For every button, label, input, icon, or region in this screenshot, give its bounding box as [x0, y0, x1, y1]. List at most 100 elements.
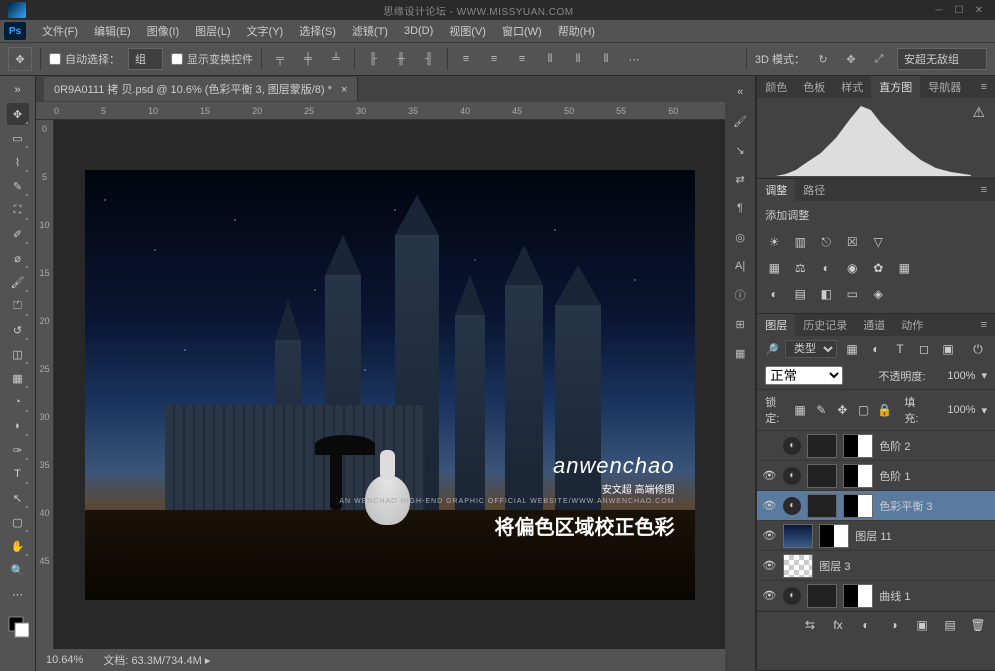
- menu-edit[interactable]: 编辑(E): [88, 21, 137, 41]
- lasso-tool[interactable]: ⌇: [7, 151, 29, 173]
- layer-thumb[interactable]: [807, 494, 837, 518]
- brightness-icon[interactable]: ☀: [765, 233, 783, 251]
- crop-tool[interactable]: ⛶: [7, 199, 29, 221]
- gradient-map-icon[interactable]: ▭: [843, 285, 861, 303]
- dist-bottom-icon[interactable]: ≡: [512, 49, 532, 69]
- vibrance-icon[interactable]: ▽: [869, 233, 887, 251]
- chevron-right-icon[interactable]: ▸: [205, 655, 211, 667]
- menu-type[interactable]: 文字(Y): [241, 21, 290, 41]
- dist-right-icon[interactable]: ⦀: [596, 49, 616, 69]
- menu-layer[interactable]: 图层(L): [189, 21, 236, 41]
- healing-tool[interactable]: ⌀: [7, 247, 29, 269]
- dist-vcenter-icon[interactable]: ≡: [484, 49, 504, 69]
- new-group-icon[interactable]: ▣: [913, 616, 931, 634]
- visibility-icon[interactable]: [761, 438, 777, 454]
- layer-thumb[interactable]: [807, 434, 837, 458]
- tool-preset-icon[interactable]: ✥: [8, 47, 32, 71]
- histogram[interactable]: ⚠: [757, 98, 995, 178]
- blur-tool[interactable]: ◔: [7, 391, 29, 413]
- layer-row[interactable]: 👁◐曲线 1: [757, 581, 995, 611]
- layer-mask[interactable]: [819, 524, 849, 548]
- panel-menu-icon[interactable]: ≡: [973, 316, 995, 334]
- dist-top-icon[interactable]: ≡: [456, 49, 476, 69]
- auto-select-check[interactable]: 自动选择：: [49, 51, 120, 67]
- tab-actions[interactable]: 动作: [893, 314, 931, 336]
- fill-input[interactable]: [932, 404, 976, 416]
- menu-select[interactable]: 选择(S): [293, 21, 342, 41]
- marquee-tool[interactable]: ▭: [7, 127, 29, 149]
- chevron-down-icon[interactable]: ▾: [981, 369, 987, 382]
- align-vcenter-icon[interactable]: ╪: [298, 49, 318, 69]
- 3d-preset-select[interactable]: 安超无敌组: [897, 48, 987, 70]
- dist-left-icon[interactable]: ⦀: [540, 49, 560, 69]
- show-transform-checkbox[interactable]: [171, 53, 183, 65]
- align-top-icon[interactable]: ╤: [270, 49, 290, 69]
- blend-mode-select[interactable]: 正常: [765, 366, 843, 385]
- layer-thumb[interactable]: [783, 554, 813, 578]
- cc-icon[interactable]: ◎: [727, 224, 753, 250]
- bw-icon[interactable]: ◐: [817, 259, 835, 277]
- move-tool[interactable]: ✥: [7, 103, 29, 125]
- menu-view[interactable]: 视图(V): [443, 21, 492, 41]
- warning-icon[interactable]: ⚠: [972, 104, 985, 121]
- exposure-icon[interactable]: ☒: [843, 233, 861, 251]
- auto-select-target[interactable]: 组: [128, 48, 163, 70]
- menu-window[interactable]: 窗口(W): [496, 21, 548, 41]
- menu-image[interactable]: 图像(I): [141, 21, 185, 41]
- pen-tool[interactable]: ✑: [7, 439, 29, 461]
- align-left-icon[interactable]: ╟: [363, 49, 383, 69]
- info-icon[interactable]: ⓘ: [727, 282, 753, 308]
- layer-row[interactable]: 👁图层 11: [757, 521, 995, 551]
- eyedropper-tool[interactable]: ✐: [7, 223, 29, 245]
- maximize-button[interactable]: ☐: [951, 4, 967, 16]
- opacity-input[interactable]: [931, 370, 975, 382]
- swatches-icon[interactable]: ↘: [727, 137, 753, 163]
- expand-icon[interactable]: »: [7, 79, 29, 101]
- align-hcenter-icon[interactable]: ╫: [391, 49, 411, 69]
- gradient-tool[interactable]: ▦: [7, 367, 29, 389]
- layer-name[interactable]: 色阶 2: [879, 438, 991, 454]
- lock-pixels-icon[interactable]: ▦: [792, 401, 807, 419]
- invert-icon[interactable]: ◐: [765, 285, 783, 303]
- 3d-orbit-icon[interactable]: ↻: [813, 49, 833, 69]
- layer-row[interactable]: 👁图层 3: [757, 551, 995, 581]
- layer-name[interactable]: 图层 11: [855, 528, 991, 544]
- layer-mask[interactable]: [843, 464, 873, 488]
- filter-kind-select[interactable]: 类型: [785, 340, 837, 358]
- clone-source-icon[interactable]: ⇄: [727, 166, 753, 192]
- panel-menu-icon[interactable]: ≡: [973, 78, 995, 96]
- close-button[interactable]: ✕: [971, 4, 987, 16]
- layer-name[interactable]: 曲线 1: [879, 588, 991, 604]
- type-tool[interactable]: T: [7, 463, 29, 485]
- tab-styles[interactable]: 样式: [833, 76, 871, 98]
- mask-icon[interactable]: ◐: [857, 616, 875, 634]
- menu-3d[interactable]: 3D(D): [398, 23, 439, 39]
- stamp-tool[interactable]: ⏍: [7, 295, 29, 317]
- dodge-tool[interactable]: ◗: [7, 415, 29, 437]
- filter-adjust-icon[interactable]: ◐: [867, 340, 885, 358]
- new-fill-icon[interactable]: ◑: [885, 616, 903, 634]
- menu-filter[interactable]: 滤镜(T): [346, 21, 394, 41]
- tab-color[interactable]: 颜色: [757, 76, 795, 98]
- search-icon[interactable]: 🔎: [765, 343, 779, 356]
- layer-name[interactable]: 图层 3: [819, 558, 991, 574]
- tab-paths[interactable]: 路径: [795, 179, 833, 201]
- layer-thumb[interactable]: [807, 584, 837, 608]
- selective-color-icon[interactable]: ◈: [869, 285, 887, 303]
- layer-row[interactable]: ◐色阶 2: [757, 431, 995, 461]
- character-icon[interactable]: A|: [727, 253, 753, 279]
- layer-name[interactable]: 色彩平衡 3: [879, 498, 991, 514]
- auto-select-checkbox[interactable]: [49, 53, 61, 65]
- hue-sat-icon[interactable]: ▦: [765, 259, 783, 277]
- show-transform-check[interactable]: 显示变换控件: [171, 51, 253, 67]
- tab-adjustments[interactable]: 调整: [757, 179, 795, 201]
- zoom-tool[interactable]: 🔍: [7, 559, 29, 581]
- menu-help[interactable]: 帮助(H): [552, 21, 601, 41]
- properties-icon[interactable]: ⊞: [727, 311, 753, 337]
- chevron-down-icon[interactable]: ▾: [982, 404, 988, 417]
- color-lookup-icon[interactable]: ▦: [895, 259, 913, 277]
- menu-file[interactable]: 文件(F): [36, 21, 84, 41]
- filter-type-icon[interactable]: T: [891, 340, 909, 358]
- posterize-icon[interactable]: ▤: [791, 285, 809, 303]
- 3d-pan-icon[interactable]: ✥: [841, 49, 861, 69]
